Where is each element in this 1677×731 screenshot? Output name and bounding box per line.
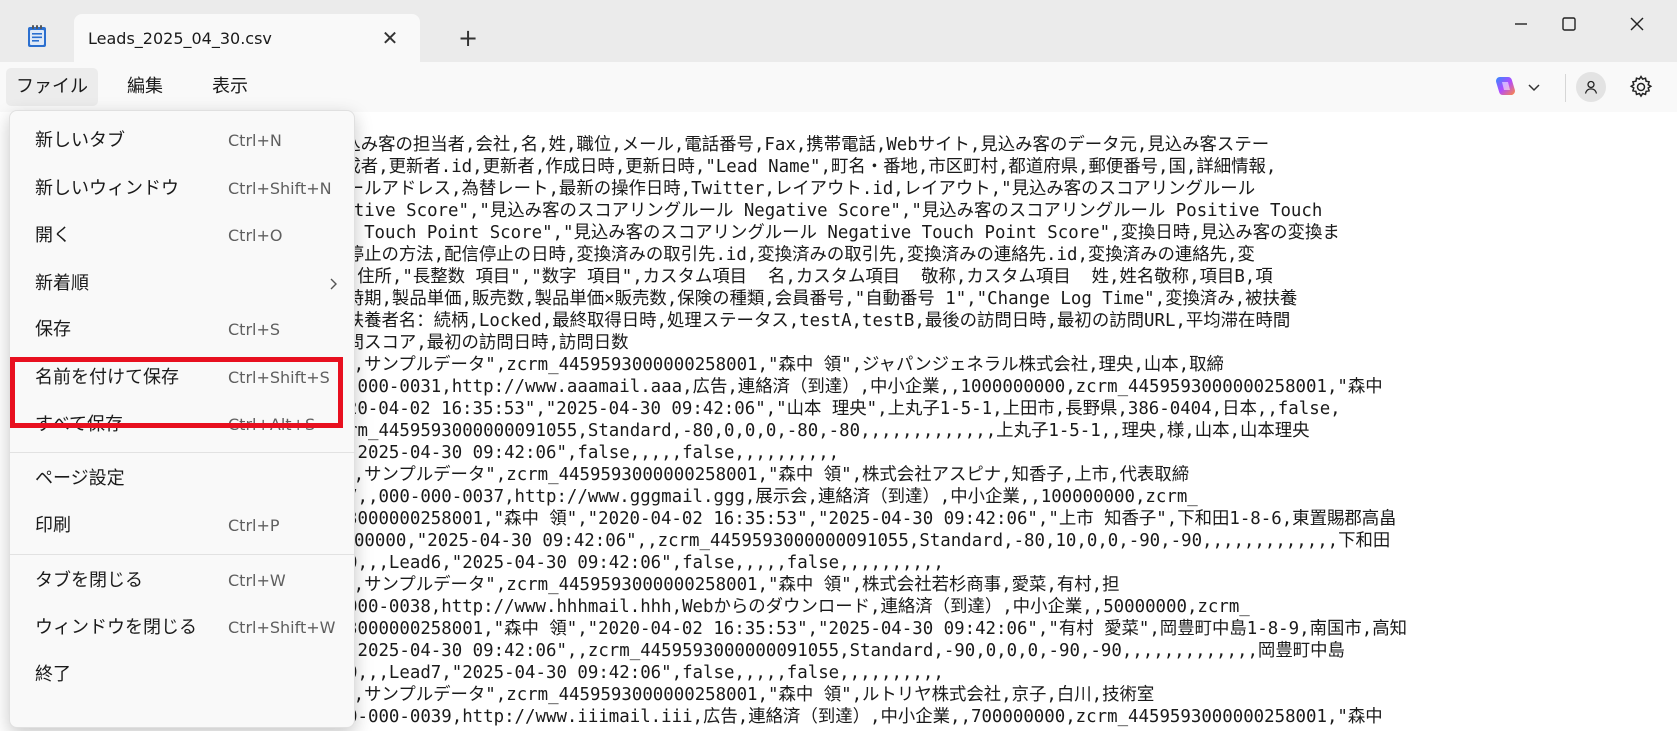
menu-item-label: 開く	[35, 225, 71, 246]
menu-item-label: 新しいタブ	[35, 130, 125, 151]
menu-item-print[interactable]: 印刷 Ctrl+P	[15, 505, 349, 547]
menu-item-page-setup[interactable]: ページ設定	[15, 458, 349, 500]
notepad-window: Leads_2025_04_30.csv ✕ + ファイル 編集 表示 担当者.…	[0, 0, 1677, 731]
menu-file[interactable]: ファイル	[6, 68, 98, 106]
menu-separator	[10, 554, 354, 555]
menu-item-shortcut: Ctrl+W	[228, 571, 286, 590]
notepad-app-icon	[28, 25, 46, 47]
menu-item-shortcut: Ctrl+Shift+N	[228, 179, 332, 198]
window-close-icon	[1630, 17, 1644, 31]
menu-item-close-window[interactable]: ウィンドウを閉じる Ctrl+Shift+W	[15, 607, 349, 649]
menu-item-open[interactable]: 開く Ctrl+O	[15, 215, 349, 257]
menu-edit[interactable]: 編集	[115, 68, 175, 106]
account-icon	[1584, 80, 1598, 94]
account-button[interactable]	[1576, 72, 1606, 102]
tab-leads-csv[interactable]: Leads_2025_04_30.csv ✕	[74, 14, 420, 62]
menu-item-label: ウィンドウを閉じる	[35, 617, 197, 638]
menu-item-new-tab[interactable]: 新しいタブ Ctrl+N	[15, 120, 349, 162]
minimize-button[interactable]	[1498, 8, 1544, 40]
menu-item-label: タブを閉じる	[35, 570, 143, 591]
chevron-down-icon[interactable]	[1527, 80, 1541, 94]
new-tab-button[interactable]: +	[454, 24, 482, 52]
chevron-right-icon	[330, 278, 337, 290]
menu-item-label: 新しいウィンドウ	[35, 178, 179, 199]
menu-item-recent[interactable]: 新着順	[15, 263, 349, 305]
highlight-box-save-as	[10, 357, 343, 428]
menu-item-label: 新着順	[35, 273, 89, 294]
minimize-icon	[1515, 23, 1527, 25]
menu-item-new-window[interactable]: 新しいウィンドウ Ctrl+Shift+N	[15, 168, 349, 210]
menu-item-shortcut: Ctrl+Shift+W	[228, 618, 336, 637]
menu-item-shortcut: Ctrl+O	[228, 226, 283, 245]
menu-item-shortcut: Ctrl+S	[228, 320, 281, 339]
menu-item-shortcut: Ctrl+N	[228, 131, 282, 150]
menu-view[interactable]: 表示	[200, 68, 260, 106]
menu-item-save[interactable]: 保存 Ctrl+S	[15, 309, 349, 351]
menu-item-label: ページ設定	[35, 468, 125, 489]
maximize-icon	[1562, 17, 1576, 31]
menubar-divider	[1565, 74, 1566, 102]
menu-bar: ファイル 編集 表示	[0, 62, 1677, 112]
menu-item-label: 終了	[35, 664, 71, 685]
menu-item-shortcut: Ctrl+P	[228, 516, 280, 535]
tab-close-icon[interactable]: ✕	[376, 24, 404, 52]
menu-item-close-tab[interactable]: タブを閉じる Ctrl+W	[15, 560, 349, 602]
menu-item-label: 保存	[35, 319, 71, 340]
menu-separator	[10, 452, 354, 453]
settings-gear-icon[interactable]	[1628, 74, 1654, 100]
menu-item-label: 印刷	[35, 515, 71, 536]
window-close-button[interactable]	[1614, 8, 1660, 40]
title-bar[interactable]: Leads_2025_04_30.csv ✕ +	[0, 0, 1677, 62]
menu-item-exit[interactable]: 終了	[15, 654, 349, 696]
tab-title: Leads_2025_04_30.csv	[88, 29, 272, 48]
maximize-button[interactable]	[1546, 8, 1592, 40]
copilot-icon[interactable]	[1492, 74, 1518, 100]
